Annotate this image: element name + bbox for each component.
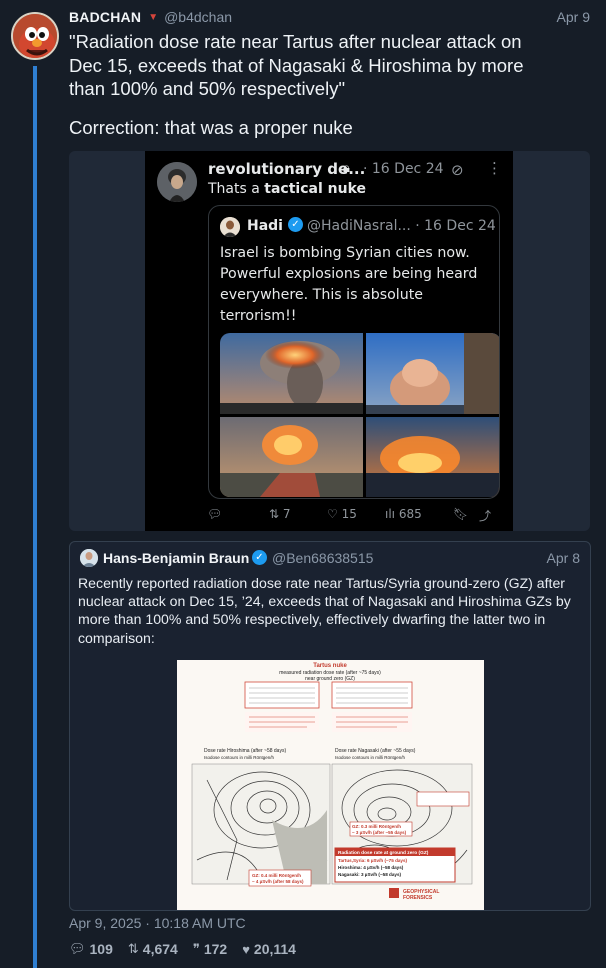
figure-gz-nagasaki-2: ~ 3 µSv/h (after ~55 days) bbox=[352, 830, 407, 835]
replies-count: 109 bbox=[89, 941, 113, 957]
post-header: BADCHAN ▼ @b4dchan Apr 9 bbox=[69, 7, 590, 27]
verified-triangle-icon: ▼ bbox=[148, 11, 159, 23]
quoted-post-text: Recently reported radiation dose rate ne… bbox=[78, 575, 571, 646]
likes-count: 20,114 bbox=[253, 941, 296, 957]
quote-icon: ❞ bbox=[192, 941, 200, 956]
quoted-text: Israel is bombing Syrian cities now. Pow… bbox=[220, 245, 478, 324]
explosion-photo-grid bbox=[220, 333, 499, 497]
figure-summary-line: Hiroshima: 4 µSv/h (~58 days) bbox=[338, 865, 404, 870]
figure-nagasaki-label: Dose rate Nagasaki (after ~55 days) bbox=[335, 748, 416, 754]
post-timestamp[interactable]: Apr 9, 2025 · 10:18 AM UTC bbox=[69, 915, 246, 931]
screenshot-avatar bbox=[157, 162, 197, 202]
radiation-figure-image[interactable]: Tartus nuke measured radiation dose rate… bbox=[177, 660, 484, 910]
figure-summary-line: Nagasaki: 3 µSv/h (~58 days) bbox=[338, 872, 402, 877]
figure-logo-line2: FORENSICS bbox=[403, 895, 433, 901]
replies-stat[interactable]: 💬︎ 109 bbox=[69, 941, 113, 957]
quoted-handle: @HadiNasral... · 16 Dec 24 bbox=[307, 218, 496, 234]
figure-gz-hiroshima: GZ: 0.4 milli Röntgen/h bbox=[252, 873, 301, 878]
screenshot-date: · 16 Dec 24 bbox=[363, 161, 444, 177]
author-name[interactable]: BADCHAN bbox=[69, 9, 141, 25]
bookmark-icon: 🔖︎ bbox=[453, 507, 469, 521]
share-icon: ⤴ bbox=[479, 509, 492, 523]
figure-summary-line: Tartus,Syria: 6 µSv/h (~75 days) bbox=[338, 858, 408, 863]
figure-hiroshima-label: Dose rate Hiroshima (after ~58 days) bbox=[204, 748, 286, 754]
quotes-stat[interactable]: ❞ 172 bbox=[193, 941, 227, 957]
post-stats: 💬︎ 109 ⇅ 4,674 ❞ 172 ♥ 20,114 bbox=[69, 940, 311, 958]
embedded-screenshot[interactable]: revolutionary de... 🔒︎ · 16 Dec 24 ⊘ ⋮ T… bbox=[145, 151, 513, 531]
post-text-line: "Radiation dose rate near Tartus after n… bbox=[69, 31, 522, 52]
figure-isodose-label: Isodose contours in milli Röntgen/h bbox=[204, 755, 275, 760]
verified-badge-icon: ✓ bbox=[252, 550, 267, 565]
post-text-line: than 100% and 50% respectively" bbox=[69, 78, 346, 99]
quoted-name: Hadi bbox=[247, 218, 283, 234]
likes-stat[interactable]: ♥ 20,114 bbox=[242, 941, 296, 957]
reposts-stat[interactable]: ⇅ 4,674 bbox=[128, 941, 178, 957]
quoted-post-date[interactable]: Apr 8 bbox=[547, 550, 580, 566]
figure-subtitle-2: near ground zero (GZ) bbox=[305, 676, 355, 682]
attached-media[interactable]: revolutionary de... 🔒︎ · 16 Dec 24 ⊘ ⋮ T… bbox=[69, 151, 590, 531]
screenshot-like: ♡ 15 bbox=[327, 507, 357, 521]
screenshot-text-bold: tactical nuke bbox=[264, 181, 366, 197]
figure-gz-nagasaki: GZ: 0.3 milli Röntgen/h bbox=[352, 824, 401, 829]
repost-icon: ⇅ bbox=[127, 941, 139, 956]
verified-badge-icon: ✓ bbox=[288, 217, 303, 232]
screenshot-actions: 💬︎ ⇅ 7 ♡ 15 ılı 685 🔖︎ ⤴ bbox=[207, 507, 497, 525]
more-icon: ⋮ bbox=[487, 159, 502, 177]
heart-icon: ♥ bbox=[242, 941, 250, 957]
reply-icon: 💬︎ bbox=[207, 507, 223, 521]
reply-icon: 💬︎ bbox=[69, 941, 86, 956]
figure-isodose-label: Isodose contours in milli Röntgen/h bbox=[335, 755, 406, 760]
screenshot-views: ılı 685 bbox=[385, 507, 422, 521]
grok-icon: ⊘ bbox=[451, 161, 464, 179]
lock-icon: 🔒︎ bbox=[343, 161, 350, 176]
figure-title: Tartus nuke bbox=[313, 663, 347, 669]
quoted-post-avatar[interactable] bbox=[80, 549, 98, 567]
screenshot-text-prefix: Thats a bbox=[208, 181, 265, 197]
post-text: "Radiation dose rate near Tartus after n… bbox=[69, 30, 589, 139]
author-handle[interactable]: @b4dchan bbox=[164, 9, 232, 25]
post-text-line: Dec 15, exceeds that of Nagasaki & Hiros… bbox=[69, 54, 524, 76]
reposts-count: 4,674 bbox=[142, 941, 178, 957]
screenshot-quoted-tweet: Hadi ✓ @HadiNasral... · 16 Dec 24 Israel… bbox=[208, 205, 500, 499]
figure-gz-hiroshima-2: ~ 4 µSv/h (after 58 days) bbox=[252, 879, 304, 884]
quoted-post-handle[interactable]: @Ben68638515 bbox=[272, 550, 373, 566]
quoted-post-author[interactable]: Hans-Benjamin Braun bbox=[103, 550, 249, 566]
figure-summary-title: Radiation dose rate at ground zero (GZ) bbox=[338, 850, 429, 856]
quoted-post[interactable]: Hans-Benjamin Braun ✓ @Ben68638515 Apr 8… bbox=[69, 541, 591, 911]
thread-line bbox=[33, 66, 37, 968]
avatar[interactable] bbox=[11, 12, 59, 60]
screenshot-author: revolutionary de... bbox=[208, 160, 366, 178]
quotes-count: 172 bbox=[203, 941, 228, 957]
post-text-line: Correction: that was a proper nuke bbox=[69, 116, 353, 138]
quoted-avatar bbox=[220, 217, 240, 237]
screenshot-text: Thats a tactical nuke bbox=[208, 181, 366, 197]
screenshot-repost: ⇅ 7 bbox=[269, 507, 291, 521]
post-date[interactable]: Apr 9 bbox=[557, 9, 590, 25]
